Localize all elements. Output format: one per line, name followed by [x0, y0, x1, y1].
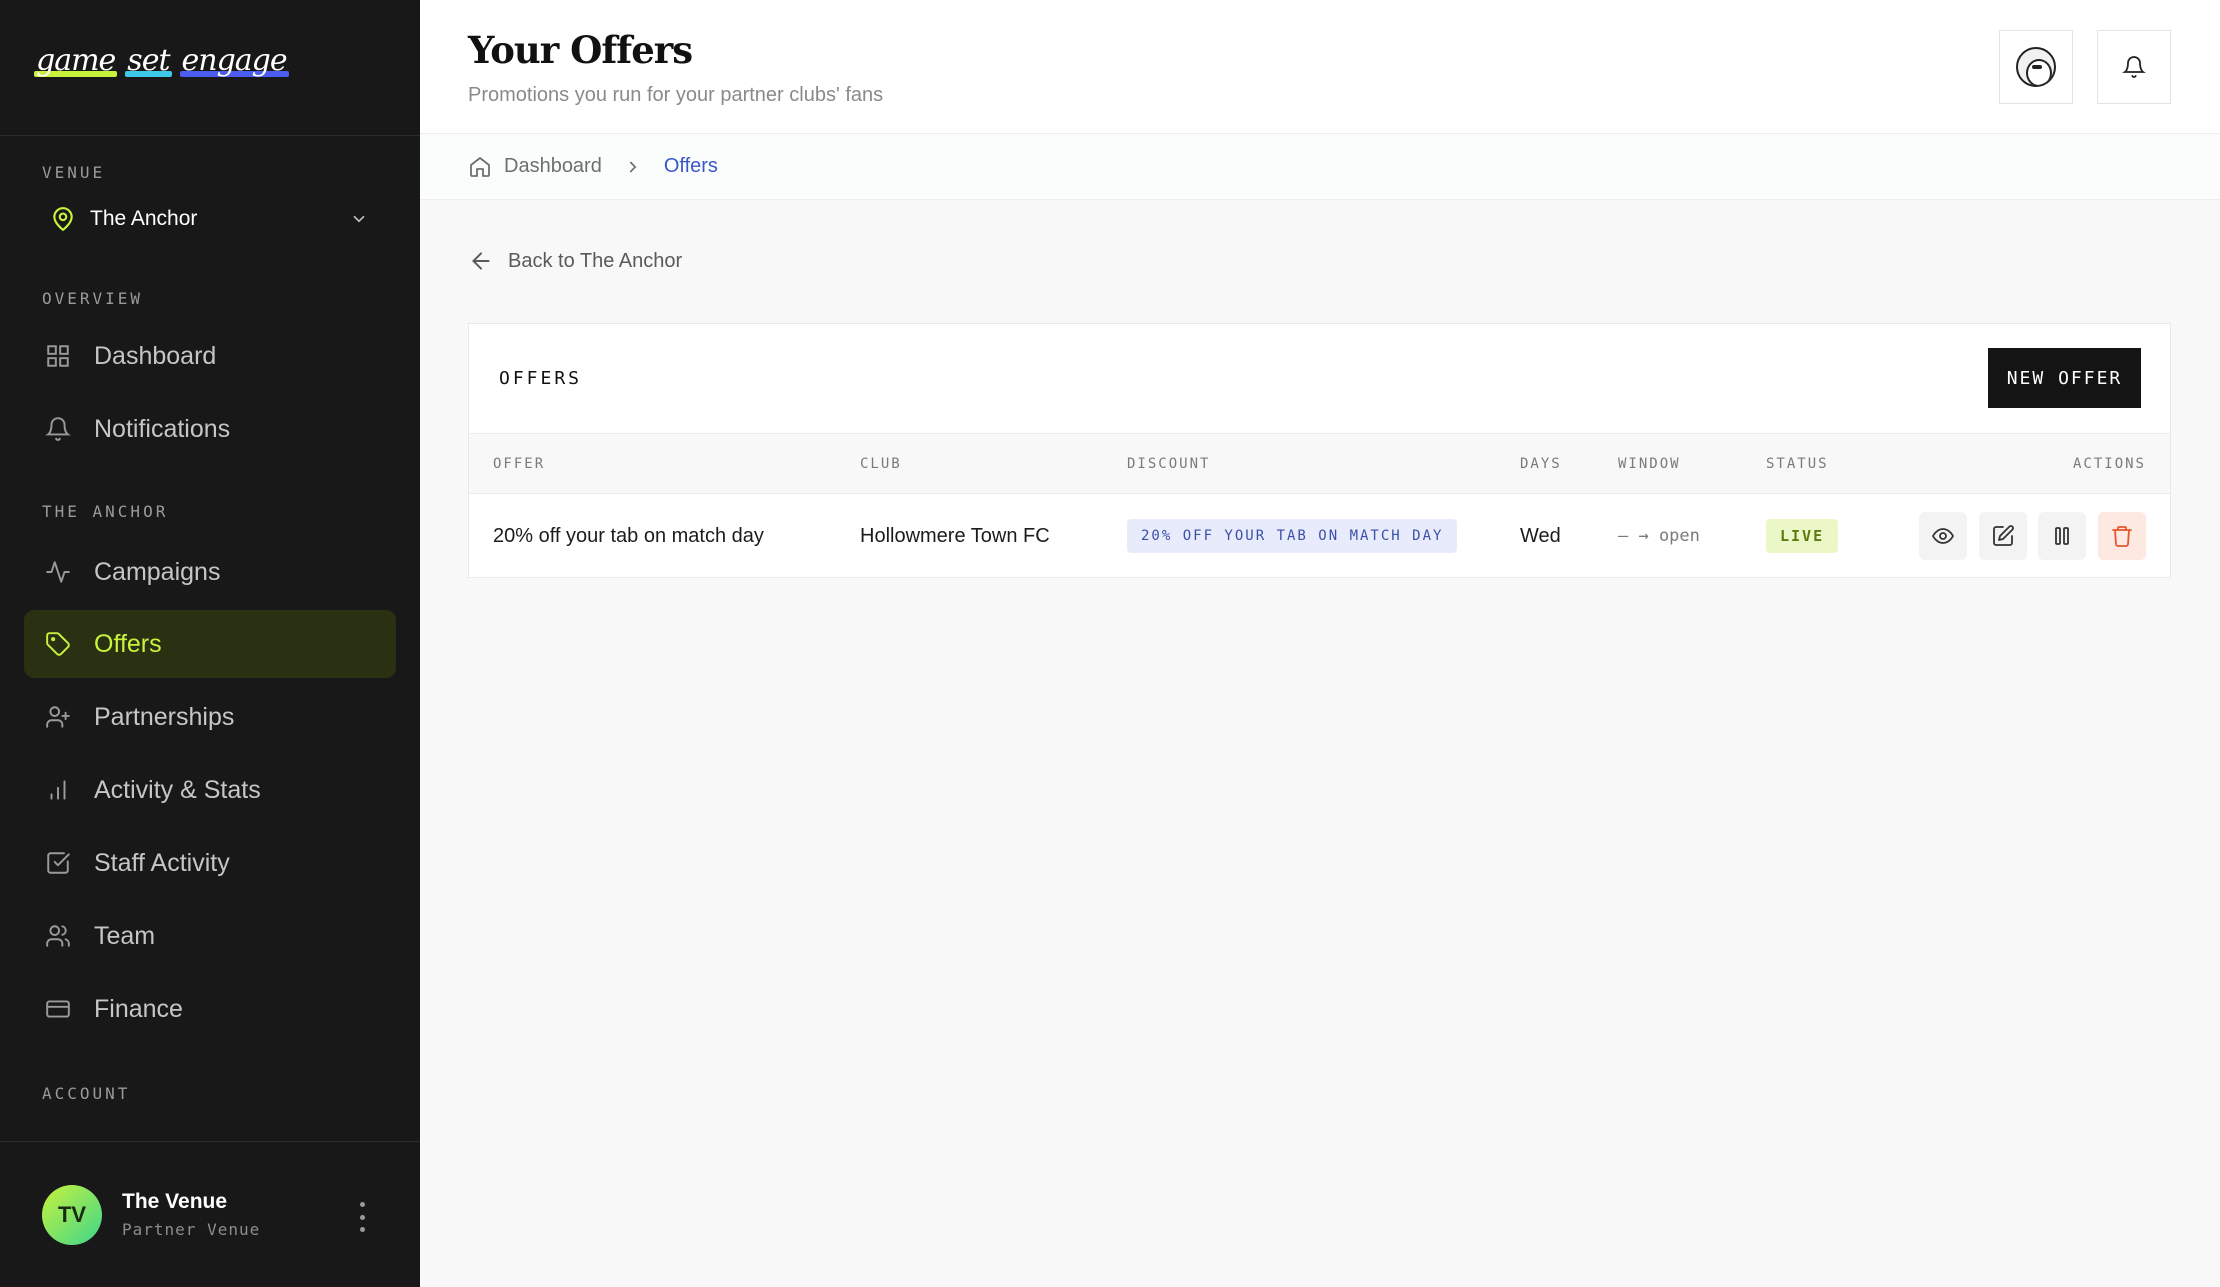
- cell-days: Wed: [1520, 524, 1561, 547]
- sidebar: game set engage VENUE The Anchor OVERVIE…: [0, 0, 420, 1287]
- cell-discount: 20% OFF YOUR TAB ON MATCH DAY: [1127, 494, 1458, 578]
- breadcrumb-home[interactable]: Dashboard: [468, 155, 602, 179]
- user-plus-icon: [44, 703, 72, 731]
- venue-avatar: TV: [42, 1184, 102, 1245]
- footer-venue-role: Partner Venue: [122, 1220, 261, 1239]
- delete-button[interactable]: [2098, 512, 2146, 560]
- sidebar-item-label: Staff Activity: [94, 848, 230, 877]
- tag-icon: [44, 630, 72, 658]
- sidebar-item-notifications[interactable]: Notifications: [24, 395, 396, 463]
- sidebar-item-campaigns[interactable]: Campaigns: [24, 538, 396, 606]
- cell-club: Hollowmere Town FC: [860, 524, 1050, 547]
- credit-card-icon: [44, 995, 72, 1023]
- venue-selector[interactable]: The Anchor: [50, 202, 368, 236]
- logo-word-engage: engage: [179, 42, 289, 80]
- sidebar-item-offers[interactable]: Offers: [24, 610, 396, 678]
- column-header-status: STATUS: [1766, 456, 1829, 472]
- logo-word-3: engage: [181, 43, 288, 78]
- bell-icon: [2122, 56, 2146, 78]
- sidebar-item-team[interactable]: Team: [24, 902, 396, 970]
- user-avatar-icon: [2016, 47, 2056, 87]
- logo-area: game set engage: [0, 0, 420, 136]
- table-header: OFFER CLUB DISCOUNT DAYS WINDOW STATUS A…: [469, 434, 2170, 494]
- venue-section-label: VENUE: [42, 163, 106, 182]
- column-header-club: CLUB: [860, 456, 902, 472]
- cell-offer: 20% off your tab on match day: [493, 524, 764, 547]
- account-section-label: ACCOUNT: [42, 1084, 131, 1103]
- back-link-label: Back to The Anchor: [508, 249, 683, 272]
- breadcrumb-home-label: Dashboard: [504, 155, 602, 177]
- new-offer-button[interactable]: NEW OFFER: [1988, 348, 2141, 408]
- arrow-left-icon: [472, 252, 490, 270]
- breadcrumb: Dashboard Offers: [420, 134, 2220, 200]
- chevron-right-icon: [624, 158, 642, 176]
- page-title: Your Offers: [468, 28, 693, 72]
- edit-icon: [1993, 525, 2014, 546]
- users-icon: [44, 922, 72, 950]
- page-subtitle: Promotions you run for your partner club…: [468, 84, 884, 106]
- discount-badge: 20% OFF YOUR TAB ON MATCH DAY: [1127, 519, 1458, 553]
- cell-status: LIVE: [1766, 494, 1839, 578]
- logo-word-1: game: [36, 43, 116, 78]
- sidebar-item-label: Offers: [94, 629, 162, 658]
- sidebar-item-activity-stats[interactable]: Activity & Stats: [24, 756, 396, 824]
- sidebar-item-label: Finance: [94, 994, 183, 1023]
- bar-chart-icon: [44, 776, 72, 804]
- footer-venue-name: The Venue: [122, 1190, 228, 1213]
- logo-word-set: set: [125, 42, 172, 80]
- sidebar-item-label: Partnerships: [94, 702, 235, 731]
- edit-button[interactable]: [1979, 512, 2027, 560]
- map-pin-icon: [53, 207, 73, 231]
- view-button[interactable]: [1919, 512, 1967, 560]
- logo-word-game: game: [34, 42, 118, 80]
- sidebar-item-label: Dashboard: [94, 341, 217, 370]
- venue-info: The Venue Partner Venue: [122, 1190, 260, 1239]
- sidebar-item-dashboard[interactable]: Dashboard: [24, 322, 396, 390]
- profile-button[interactable]: [1999, 30, 2073, 104]
- check-square-icon: [44, 849, 72, 877]
- sidebar-item-label: Activity & Stats: [94, 775, 261, 804]
- breadcrumb-current: Offers: [663, 155, 718, 177]
- column-header-days: DAYS: [1520, 456, 1562, 472]
- bell-icon: [44, 415, 72, 443]
- grid-icon: [44, 342, 72, 370]
- sidebar-footer: TV The Venue Partner Venue: [0, 1141, 420, 1287]
- sidebar-item-finance[interactable]: Finance: [24, 975, 396, 1043]
- sidebar-item-label: Team: [94, 921, 156, 950]
- venue-selector-value: The Anchor: [90, 207, 198, 230]
- eye-icon: [1931, 528, 1955, 544]
- offers-card-header: OFFERS NEW OFFER: [469, 324, 2170, 434]
- logo-word-2: set: [127, 43, 170, 78]
- anchor-section-label: THE ANCHOR: [42, 502, 169, 521]
- column-header-offer: OFFER: [493, 456, 546, 472]
- status-badge: LIVE: [1766, 519, 1839, 553]
- main-content: Your Offers Promotions you run for your …: [420, 0, 2220, 1287]
- chevron-down-icon: [353, 215, 365, 223]
- offers-card-title: OFFERS: [499, 368, 583, 389]
- column-header-discount: DISCOUNT: [1127, 456, 1211, 472]
- pause-button[interactable]: [2038, 512, 2086, 560]
- home-icon: [470, 156, 490, 177]
- more-options-icon[interactable]: [354, 1202, 370, 1232]
- sidebar-item-label: Notifications: [94, 414, 231, 443]
- back-link[interactable]: Back to The Anchor: [468, 248, 682, 274]
- topbar: Your Offers Promotions you run for your …: [420, 0, 2220, 134]
- pause-icon: [2055, 527, 2069, 545]
- sidebar-item-label: Campaigns: [94, 557, 221, 586]
- cell-window: — → open: [1618, 526, 1700, 546]
- notifications-button[interactable]: [2097, 30, 2171, 104]
- activity-icon: [44, 558, 72, 586]
- sidebar-item-staff-activity[interactable]: Staff Activity: [24, 829, 396, 897]
- column-header-window: WINDOW: [1618, 456, 1681, 472]
- app-logo[interactable]: game set engage: [34, 42, 420, 80]
- offers-card: OFFERS NEW OFFER OFFER CLUB DISCOUNT DAY…: [468, 323, 2171, 578]
- table-row: 20% off your tab on match day Hollowmere…: [469, 494, 2170, 578]
- overview-section-label: OVERVIEW: [42, 289, 144, 308]
- column-header-actions: ACTIONS: [2072, 456, 2146, 472]
- sidebar-item-partnerships[interactable]: Partnerships: [24, 683, 396, 751]
- trash-icon: [2112, 526, 2132, 547]
